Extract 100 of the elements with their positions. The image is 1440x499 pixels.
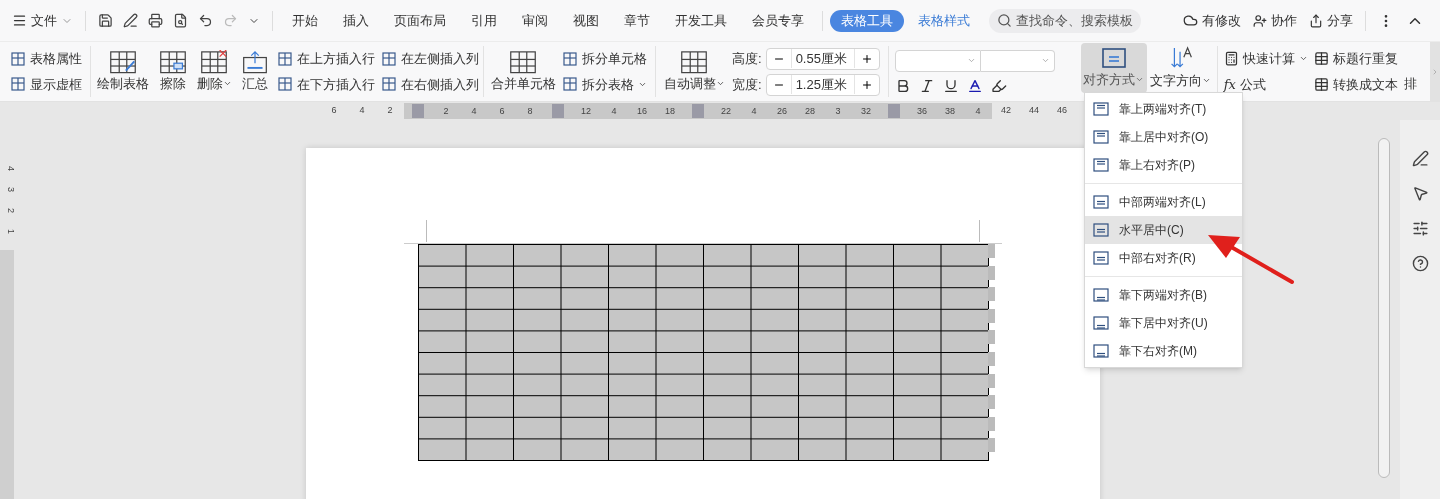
ribbon-tab[interactable]: 开发工具 xyxy=(664,9,738,32)
scrollbar[interactable] xyxy=(1378,138,1390,478)
fx-icon: fx xyxy=(1223,74,1236,94)
underline-icon[interactable] xyxy=(942,77,959,94)
summary-button[interactable]: 汇总 xyxy=(239,45,271,98)
formula-button[interactable]: fx 公式 xyxy=(1223,74,1308,94)
ruler-number: 22 xyxy=(712,103,740,119)
calculator-icon xyxy=(1223,51,1239,67)
ribbon-tab[interactable]: 插入 xyxy=(332,9,380,32)
file-menu[interactable]: 文件 xyxy=(12,10,73,31)
ribbon-tab[interactable]: 审阅 xyxy=(511,9,559,32)
ribbon-tab[interactable]: 会员专享 xyxy=(741,9,815,32)
search-placeholder: 查找命令、搜索模板 xyxy=(1016,11,1133,30)
dimension-label: 高度: xyxy=(732,49,762,68)
repeat-header-button[interactable]: 标题行重复 xyxy=(1313,49,1398,69)
ruler-number: 46 xyxy=(1056,104,1068,118)
print-preview-icon[interactable] xyxy=(173,13,188,28)
modified-button[interactable]: 有修改 xyxy=(1183,10,1241,31)
ribbon-tab[interactable]: 章节 xyxy=(613,9,661,32)
ruler-number: 8 xyxy=(516,103,544,119)
convert-text-button[interactable]: 转换成文本 xyxy=(1313,74,1398,94)
draw-table-button[interactable]: 绘制表格 xyxy=(95,45,151,98)
align-option-icon xyxy=(1093,195,1109,209)
ruler-number: 2 xyxy=(432,103,460,119)
caret-icon xyxy=(967,56,977,65)
align-option-icon xyxy=(1093,223,1109,237)
delete-table-icon xyxy=(199,49,229,74)
align-option-icon xyxy=(1093,251,1109,265)
auto-fit-icon xyxy=(679,49,709,74)
ribbon-tab[interactable]: 引用 xyxy=(460,9,508,32)
ruler-number: 16 xyxy=(628,103,656,119)
ruler-number: 28 xyxy=(796,103,824,119)
align-option-icon xyxy=(1093,344,1109,358)
ruler-number: 6 xyxy=(330,104,338,118)
merge-cells-icon xyxy=(508,49,538,74)
text-direction-button[interactable]: 文字方向 xyxy=(1150,42,1211,94)
highlight-icon[interactable] xyxy=(990,77,1007,94)
align-menu-item[interactable]: 靠上两端对齐(T) xyxy=(1085,95,1242,123)
dimension-value: 0.55厘米 xyxy=(790,48,855,69)
gridlines-icon xyxy=(10,76,26,93)
align-menu-item[interactable]: 靠上居中对齐(O) xyxy=(1085,123,1242,151)
insert-column-left-button[interactable]: 在左侧插入列 xyxy=(381,49,479,69)
cursor-icon[interactable] xyxy=(1411,185,1429,202)
ribbon-tab[interactable]: 表格样式 xyxy=(907,9,981,32)
ribbon-tab[interactable]: 表格工具 xyxy=(830,9,904,32)
print-icon[interactable] xyxy=(148,13,163,28)
share-icon xyxy=(1309,13,1323,28)
sliders-icon[interactable] xyxy=(1411,220,1429,237)
ruler-number: 6 xyxy=(488,103,516,119)
erase-button[interactable]: 擦除 xyxy=(157,45,189,98)
ruler-marker[interactable] xyxy=(404,103,432,119)
ruler-number: 4 xyxy=(460,103,488,119)
ruler-number: 38 xyxy=(936,103,964,119)
ribbon-tab[interactable]: 页面布局 xyxy=(383,9,457,32)
undo-icon[interactable] xyxy=(198,13,213,28)
align-menu-item[interactable]: 中部右对齐(R) xyxy=(1085,244,1242,272)
dimension-stepper[interactable]: 0.55厘米 xyxy=(765,47,880,70)
dimension-stepper[interactable]: 1.25厘米 xyxy=(765,73,880,96)
merge-cells-button[interactable]: 合并单元格 xyxy=(492,45,554,98)
insert-row-below-button[interactable]: 在下方插入行 xyxy=(277,74,375,94)
font-color-icon[interactable] xyxy=(966,77,983,94)
search-field[interactable]: 查找命令、搜索模板 xyxy=(989,8,1141,33)
plus-icon[interactable] xyxy=(860,78,873,91)
split-table-button[interactable]: 拆分表格 xyxy=(562,74,647,94)
ruler-number: 4 xyxy=(5,166,18,171)
ribbon-tab[interactable]: 开始 xyxy=(281,9,329,32)
align-option-icon xyxy=(1093,130,1109,144)
align-menu-item[interactable]: 水平居中(C) xyxy=(1085,216,1242,244)
ruler-number: 26 xyxy=(768,103,796,119)
insert-column-right-button[interactable]: 在右侧插入列 xyxy=(381,74,479,94)
table-properties-button[interactable]: 表格属性 xyxy=(10,49,90,69)
save-icon[interactable] xyxy=(98,13,113,28)
ruler-number: 4 xyxy=(600,103,628,119)
align-menu-item[interactable]: 靠下居中对齐(U) xyxy=(1085,309,1242,337)
summary-icon xyxy=(241,49,269,74)
insert-row-above-button[interactable]: 在上方插入行 xyxy=(277,49,375,69)
align-menu-item[interactable]: 中部两端对齐(L) xyxy=(1085,188,1242,216)
align-menu-item[interactable]: 靠下两端对齐(B) xyxy=(1085,281,1242,309)
help-icon[interactable] xyxy=(1411,255,1429,272)
cloud-icon xyxy=(1183,13,1198,28)
share-button[interactable]: 分享 xyxy=(1309,10,1353,31)
align-button[interactable]: 对齐方式 xyxy=(1080,43,1147,93)
sort-button[interactable]: 排 xyxy=(1403,45,1417,98)
align-menu-item[interactable]: 靠上右对齐(P) xyxy=(1085,151,1242,179)
quick-calc-button[interactable]: 快速计算 xyxy=(1223,49,1308,69)
eraser-icon xyxy=(158,49,188,74)
draw-table-icon xyxy=(108,49,138,74)
ruler-number: 44 xyxy=(1028,104,1040,118)
ribbon-tab[interactable]: 视图 xyxy=(562,9,610,32)
plus-icon[interactable] xyxy=(860,52,873,65)
align-menu-item[interactable]: 靠下右对齐(M) xyxy=(1085,337,1242,365)
delete-button[interactable]: 删除 xyxy=(195,45,233,98)
caret-icon xyxy=(1040,56,1050,65)
ruler-number: 42 xyxy=(1000,104,1012,118)
align-option-icon xyxy=(1093,158,1109,172)
show-gridlines-button[interactable]: 显示虚框 xyxy=(10,74,90,94)
pen-icon[interactable] xyxy=(1411,150,1429,167)
auto-fit-button[interactable]: 自动调整 xyxy=(664,45,724,98)
split-cells-button[interactable]: 拆分单元格 xyxy=(562,49,647,69)
collaborate-button[interactable]: 协作 xyxy=(1253,10,1297,31)
